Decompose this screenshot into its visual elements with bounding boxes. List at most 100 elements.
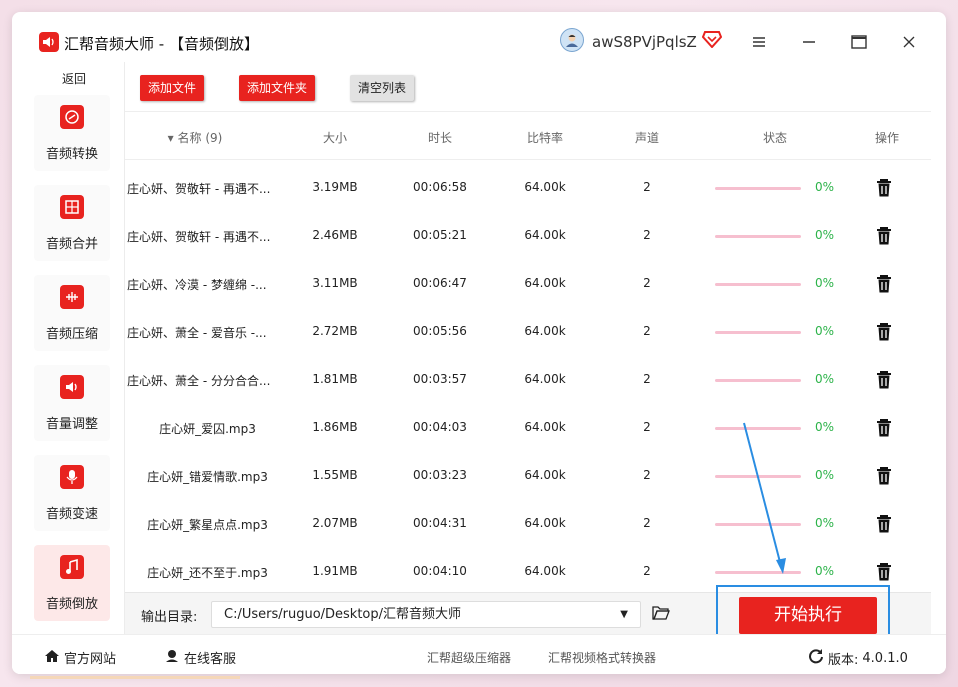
progress-bar <box>715 235 801 238</box>
table-row[interactable]: 庄心妍、贺敬轩 - 再遇不... 2.46MB 00:05:21 64.00k 2 0% <box>125 212 931 260</box>
close-icon[interactable] <box>899 32 919 52</box>
trash-icon[interactable] <box>875 418 893 438</box>
sidebar-item-convert[interactable]: 音频转换 <box>34 95 110 171</box>
progress-bar <box>715 523 801 526</box>
table-row[interactable]: 庄心妍、贺敬轩 - 再遇不... 3.19MB 00:06:58 64.00k 2 0% <box>125 164 931 212</box>
file-duration: 00:03:23 <box>413 468 467 482</box>
main-panel: 添加文件 添加文件夹 清空列表 ▾ 名称 (9) 大小 时长 比特率 声道 状态… <box>124 62 931 643</box>
file-name: 庄心妍_错爱情歌.mp3 <box>147 470 268 484</box>
file-size: 3.19MB <box>312 180 358 194</box>
online-support-link[interactable]: 在线客服 <box>164 648 236 667</box>
file-bitrate: 64.00k <box>524 228 566 242</box>
table-row[interactable]: 庄心妍_爱囚.mp3 1.86MB 00:04:03 64.00k 2 0% <box>125 404 931 452</box>
official-website-label: 官方网站 <box>64 652 117 667</box>
trash-icon[interactable] <box>875 274 893 294</box>
column-size: 大小 <box>322 131 347 145</box>
progress-bar <box>715 475 801 478</box>
clear-list-button[interactable]: 清空列表 <box>350 75 415 101</box>
sidebar-item-volume[interactable]: 音量调整 <box>34 365 110 441</box>
file-bitrate: 64.00k <box>524 372 566 386</box>
file-name: 庄心妍_爱囚.mp3 <box>159 422 256 436</box>
table-row[interactable]: 庄心妍_错爱情歌.mp3 1.55MB 00:03:23 64.00k 2 0% <box>125 452 931 500</box>
column-bitrate: 比特率 <box>526 131 563 145</box>
output-path: C:/Users/ruguo/Desktop/汇帮音频大师 <box>224 607 462 622</box>
video-converter-link[interactable]: 汇帮视频格式转换器 <box>548 649 656 666</box>
version-info: 版本: 4.0.1.0 <box>808 648 908 668</box>
trash-icon[interactable] <box>875 466 893 486</box>
sidebar-item-label: 音量调整 <box>45 417 98 432</box>
compress-icon <box>60 285 84 309</box>
file-bitrate: 64.00k <box>524 420 566 434</box>
file-size: 1.55MB <box>312 468 358 482</box>
sidebar-item-label: 音频压缩 <box>45 327 98 342</box>
folder-icon[interactable] <box>652 605 670 621</box>
file-size: 2.46MB <box>312 228 358 242</box>
file-channels: 2 <box>643 516 651 530</box>
sidebar-item-label: 音频变速 <box>45 507 98 522</box>
back-button[interactable]: 返回 <box>34 68 114 90</box>
trash-icon[interactable] <box>875 178 893 198</box>
progress-percent: 0% <box>815 420 835 434</box>
online-support-label: 在线客服 <box>184 652 237 667</box>
table-row[interactable]: 庄心妍、萧全 - 分分合合... 1.81MB 00:03:57 64.00k 2 0% <box>125 356 931 404</box>
progress-bar <box>715 379 801 382</box>
speaker-icon <box>39 32 59 52</box>
add-file-button[interactable]: 添加文件 <box>140 75 205 101</box>
trash-icon[interactable] <box>875 562 893 582</box>
table-row[interactable]: 庄心妍、冷漠 - 梦缠绵 -... 3.11MB 00:06:47 64.00k 2 0% <box>125 260 931 308</box>
output-path-select[interactable]: C:/Users/ruguo/Desktop/汇帮音频大师 ▼ <box>211 601 641 628</box>
trash-icon[interactable] <box>875 322 893 342</box>
progress-percent: 0% <box>815 372 835 386</box>
progress-bar <box>715 571 801 574</box>
progress-percent: 0% <box>815 564 835 578</box>
caret-down-icon: ▼ <box>620 609 628 620</box>
add-folder-button[interactable]: 添加文件夹 <box>239 75 316 101</box>
table-row[interactable]: 庄心妍、萧全 - 爱音乐 -... 2.72MB 00:05:56 64.00k 2 0% <box>125 308 931 356</box>
version-label: 版本: <box>828 652 859 668</box>
file-channels: 2 <box>643 324 651 338</box>
progress-percent: 0% <box>815 180 835 194</box>
file-duration: 00:06:58 <box>413 180 467 194</box>
sidebar-item-speed[interactable]: 音频变速 <box>34 455 110 531</box>
minimize-icon[interactable] <box>799 32 819 52</box>
file-duration: 00:04:03 <box>413 420 467 434</box>
file-channels: 2 <box>643 564 651 578</box>
status-bar: 官方网站 在线客服 汇帮超级压缩器 汇帮视频格式转换器 版本: 4.0.1.0 <box>12 634 946 674</box>
sidebar: 返回 音频转换 音频合并 音频压缩 音量调整 音频变速 音频倒放 <box>12 62 122 634</box>
trash-icon[interactable] <box>875 514 893 534</box>
app-window: 汇帮音频大师 - 【音频倒放】 awS8PVjPqlsZ 返回 音频转换 音频合… <box>12 12 946 674</box>
sidebar-item-label: 音频转换 <box>45 147 98 162</box>
trash-icon[interactable] <box>875 226 893 246</box>
file-channels: 2 <box>643 276 651 290</box>
progress-percent: 0% <box>815 468 835 482</box>
start-button[interactable]: 开始执行 <box>739 597 877 634</box>
user-name[interactable]: awS8PVjPqlsZ <box>592 33 697 51</box>
progress-percent: 0% <box>815 276 835 290</box>
diamond-icon[interactable] <box>701 30 723 49</box>
file-name: 庄心妍、冷漠 - 梦缠绵 -... <box>127 278 267 292</box>
avatar-icon[interactable] <box>560 28 584 52</box>
column-name[interactable]: ▾ 名称 (9) <box>155 129 235 146</box>
column-action: 操作 <box>874 131 899 145</box>
table-row[interactable]: 庄心妍_繁星点点.mp3 2.07MB 00:04:31 64.00k 2 0% <box>125 500 931 548</box>
title-bar: 汇帮音频大师 - 【音频倒放】 awS8PVjPqlsZ <box>12 12 946 62</box>
compressor-link[interactable]: 汇帮超级压缩器 <box>427 649 511 666</box>
hamburger-icon[interactable] <box>749 32 769 52</box>
volume-icon <box>60 375 84 399</box>
file-channels: 2 <box>643 468 651 482</box>
column-duration: 时长 <box>427 131 452 145</box>
refresh-icon[interactable] <box>808 648 824 668</box>
toolbar: 添加文件 添加文件夹 清空列表 <box>125 62 931 112</box>
file-size: 1.86MB <box>312 420 358 434</box>
sidebar-item-compress[interactable]: 音频压缩 <box>34 275 110 351</box>
trash-icon[interactable] <box>875 370 893 390</box>
sidebar-item-reverse[interactable]: 音频倒放 <box>34 545 110 621</box>
file-bitrate: 64.00k <box>524 516 566 530</box>
file-size: 3.11MB <box>312 276 358 290</box>
file-duration: 00:05:21 <box>413 228 467 242</box>
maximize-icon[interactable] <box>849 32 869 52</box>
file-channels: 2 <box>643 228 651 242</box>
sidebar-item-merge[interactable]: 音频合并 <box>34 185 110 261</box>
official-website-link[interactable]: 官方网站 <box>44 648 116 667</box>
progress-bar <box>715 331 801 334</box>
